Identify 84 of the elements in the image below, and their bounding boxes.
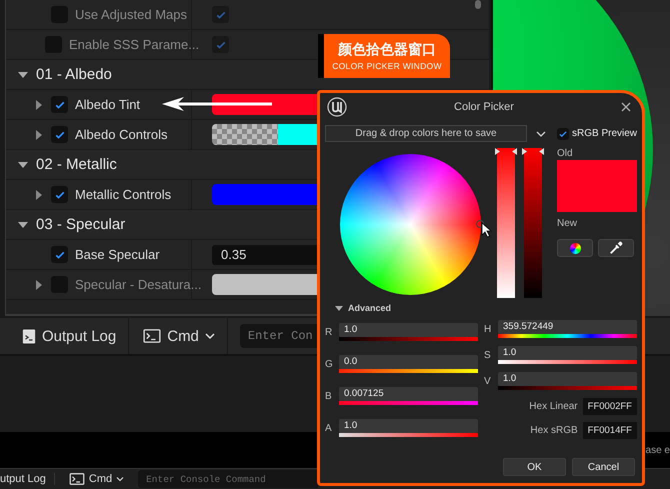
property-label: Base Specular xyxy=(75,247,160,262)
value-checkbox[interactable] xyxy=(212,6,229,23)
expand-arrow-icon[interactable] xyxy=(36,190,42,200)
channel-gradient-bar[interactable] xyxy=(339,369,478,373)
channel-gradient-bar[interactable] xyxy=(498,386,637,390)
callout-title: 颜色拾色器窗口 xyxy=(338,41,436,59)
close-icon[interactable] xyxy=(621,102,631,112)
channel-label: S xyxy=(484,350,492,360)
terminal-icon xyxy=(68,473,85,485)
log-icon xyxy=(22,328,36,344)
old-label: Old xyxy=(557,148,574,159)
channel-field[interactable]: 0.0 xyxy=(339,355,478,369)
category-label: 01 - Albedo xyxy=(36,66,112,83)
channel-label: V xyxy=(484,376,492,386)
callout-subtitle: COLOR PICKER WINDOW xyxy=(332,61,442,71)
expand-arrow-icon[interactable] xyxy=(36,100,42,110)
advanced-toggle-icon[interactable] xyxy=(335,306,343,310)
property-label: Albedo Tint xyxy=(75,97,140,112)
cancel-button[interactable]: Cancel xyxy=(572,458,635,476)
channel-gradient-bar[interactable] xyxy=(339,337,478,341)
cmd-dropdown[interactable]: Cmd xyxy=(62,473,130,485)
console-input[interactable]: Enter Console Command xyxy=(138,470,318,488)
color-wheel-button[interactable] xyxy=(557,239,593,257)
hex-field[interactable]: FF0014FF xyxy=(582,422,637,438)
property-label: Specular - Desatura... xyxy=(75,277,202,292)
eyedropper-button[interactable] xyxy=(598,239,634,257)
output-log-tab[interactable]: utput Log xyxy=(0,473,55,485)
output-log-button[interactable]: Output Log xyxy=(0,318,130,354)
category-label: 02 - Metallic xyxy=(36,156,117,173)
chevron-icon xyxy=(116,476,124,482)
value-checkbox[interactable] xyxy=(212,36,229,53)
property-label: Metallic Controls xyxy=(75,187,172,202)
hex-label: Hex sRGB xyxy=(530,424,578,436)
srgb-checkbox[interactable] xyxy=(557,128,569,140)
new-label: New xyxy=(557,218,578,229)
channel-field[interactable]: 1.0 xyxy=(339,323,478,337)
channel-field[interactable]: 359.572449 xyxy=(498,320,637,334)
hex-label: Hex Linear xyxy=(529,400,578,412)
cmd-dropdown[interactable]: Cmd xyxy=(129,318,228,354)
saturation-slider[interactable] xyxy=(497,148,515,298)
saved-colors-bar[interactable]: Drag & drop colors here to save xyxy=(325,125,527,142)
viewport-hint-text: ase e xyxy=(646,444,670,456)
eyedropper-icon xyxy=(609,241,623,255)
console-input[interactable]: Enter Con xyxy=(240,324,320,348)
channel-label: B xyxy=(325,390,333,402)
expand-arrow-icon[interactable] xyxy=(36,280,42,290)
property-checkbox[interactable] xyxy=(51,186,68,203)
scrollbar-thumb[interactable] xyxy=(475,0,481,9)
srgb-preview-label: sRGB Preview xyxy=(572,128,638,139)
property-label: Albedo Controls xyxy=(75,127,168,142)
category-toggle-icon[interactable] xyxy=(18,72,28,78)
terminal-icon xyxy=(143,329,162,343)
category-toggle-icon[interactable] xyxy=(18,222,28,228)
chevron-icon[interactable] xyxy=(535,130,547,138)
logo-icon xyxy=(327,97,347,117)
property-checkbox[interactable] xyxy=(51,96,68,113)
channel-gradient-bar[interactable] xyxy=(498,334,637,338)
category-label: 03 - Specular xyxy=(36,216,126,233)
property-checkbox[interactable] xyxy=(51,126,68,143)
channel-label: R xyxy=(325,326,334,338)
advanced-label: Advanced xyxy=(348,303,392,313)
channel-gradient-bar[interactable] xyxy=(498,360,637,364)
slider-handle-icon[interactable] xyxy=(495,148,517,155)
value-slider[interactable] xyxy=(524,148,542,298)
category-toggle-icon[interactable] xyxy=(18,162,28,168)
color-wheel-icon xyxy=(570,242,580,254)
channel-label: H xyxy=(484,324,492,334)
property-label: Enable SSS Parame... xyxy=(69,37,200,52)
ok-button[interactable]: OK xyxy=(503,458,566,476)
channel-field[interactable]: 0.007125 xyxy=(339,387,478,401)
channel-field[interactable]: 1.0 xyxy=(498,372,637,386)
channel-label: A xyxy=(325,422,333,434)
channel-field[interactable]: 1.0 xyxy=(339,419,478,433)
mouse-cursor-icon xyxy=(481,222,492,238)
property-checkbox[interactable] xyxy=(51,246,68,263)
chevron-icon xyxy=(204,332,215,340)
property-label: Use Adjusted Maps xyxy=(75,7,188,22)
channel-field[interactable]: 1.0 xyxy=(498,346,637,360)
channel-label: G xyxy=(325,358,334,370)
hex-field[interactable]: FF0002FF xyxy=(582,398,637,414)
window-title: Color Picker xyxy=(453,101,515,113)
expand-arrow-icon[interactable] xyxy=(36,130,42,140)
slider-handle-icon[interactable] xyxy=(522,148,544,155)
checkmark-icon xyxy=(558,128,568,138)
